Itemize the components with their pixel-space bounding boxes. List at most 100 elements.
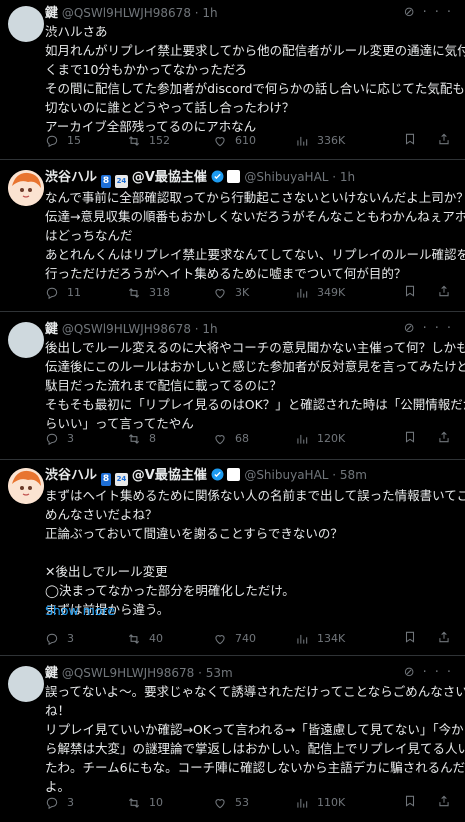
- share-button[interactable]: [437, 630, 451, 644]
- timestamp[interactable]: · 1h: [195, 6, 218, 20]
- user-handle[interactable]: @ShibuyaHAL: [244, 468, 328, 482]
- views-button[interactable]: 120K: [295, 430, 345, 448]
- tweet[interactable]: 鍵 @QSWL9HLWJH98678 · 53m ⊘··· 誤ってないよ～。要求…: [0, 656, 465, 822]
- views-button[interactable]: 336K: [295, 132, 345, 150]
- repost-button[interactable]: 8: [127, 430, 156, 448]
- avatar[interactable]: [8, 6, 44, 42]
- like-count: 740: [235, 632, 256, 645]
- heart-icon: [215, 137, 225, 147]
- avatar[interactable]: [8, 666, 44, 702]
- repost-icon: [128, 634, 140, 644]
- display-name[interactable]: 鍵: [45, 6, 58, 21]
- tweet[interactable]: 渋谷ハル 8 24 @V最協主催 @ShibuyaHAL · 1h なんで事前に…: [0, 160, 465, 312]
- bookmark-icon: [405, 285, 415, 297]
- reply-icon: [46, 633, 58, 646]
- tweet-text: なんで事前に全部確認取ってから行動起こさないといけないんだよ上司か？ 伝達→意見…: [45, 190, 465, 281]
- tweet-text: 後出しでルール変えるのに大将やコーチの意見聞かない主催って何？しかも 伝達後にこ…: [45, 340, 465, 431]
- repost-button[interactable]: 40: [127, 630, 163, 648]
- views-icon: [297, 798, 308, 808]
- views-button[interactable]: 134K: [295, 630, 345, 648]
- reply-button[interactable]: 11: [45, 284, 81, 302]
- org-badge-icon[interactable]: [227, 170, 241, 183]
- view-count: 120K: [317, 432, 346, 445]
- bookmark-icon: [405, 631, 415, 643]
- tweet[interactable]: 鍵 @QSWl9HLWJH98678 · 1h ⊘··· 後出しでルール変えるの…: [0, 312, 465, 460]
- repost-count: 152: [149, 134, 170, 147]
- user-handle[interactable]: @QSWl9HLWJH98678: [62, 6, 191, 20]
- view-count: 349K: [317, 286, 346, 299]
- verified-icon[interactable]: [211, 170, 224, 183]
- repost-icon: [128, 434, 140, 444]
- repost-icon: [128, 136, 140, 146]
- share-button[interactable]: [437, 794, 451, 808]
- reply-button[interactable]: 3: [45, 630, 74, 648]
- bookmark-button[interactable]: [403, 284, 417, 298]
- like-count: 610: [235, 134, 256, 147]
- like-button[interactable]: 68: [213, 430, 249, 448]
- share-icon: [439, 795, 449, 807]
- verified-icon[interactable]: [211, 468, 224, 481]
- like-count: 53: [235, 796, 249, 809]
- views-icon: [297, 288, 308, 298]
- display-name[interactable]: 渋谷ハル: [45, 468, 97, 483]
- reply-count: 15: [67, 134, 81, 147]
- display-name-suffix[interactable]: @V最協主催: [132, 170, 207, 185]
- timeline: 鍵 @QSWl9HLWJH98678 · 1h ⊘··· 渋ハルさあ 如月れんが…: [0, 0, 465, 822]
- reply-button[interactable]: 3: [45, 430, 74, 448]
- bookmark-icon: [405, 431, 415, 443]
- repost-button[interactable]: 318: [127, 284, 170, 302]
- bookmark-button[interactable]: [403, 132, 417, 146]
- user-handle[interactable]: @QSWl9HLWJH98678: [62, 322, 191, 336]
- display-name[interactable]: 鍵: [45, 666, 58, 681]
- timestamp[interactable]: · 1h: [195, 322, 218, 336]
- display-name[interactable]: 渋谷ハル: [45, 170, 97, 185]
- timestamp[interactable]: · 58m: [332, 468, 367, 482]
- share-button[interactable]: [437, 132, 451, 146]
- more-icon[interactable]: ···: [423, 665, 459, 680]
- timestamp[interactable]: · 1h: [332, 170, 355, 184]
- reply-button[interactable]: 3: [45, 794, 74, 812]
- tweet-header: 渋谷ハル 8 24 @V最協主催 @ShibuyaHAL · 58m: [45, 466, 465, 486]
- avatar[interactable]: [8, 468, 44, 504]
- reply-count: 3: [67, 796, 74, 809]
- user-handle[interactable]: @QSWL9HLWJH98678: [62, 666, 194, 680]
- views-button[interactable]: 110K: [295, 794, 345, 812]
- bookmark-button[interactable]: [403, 794, 417, 808]
- like-count: 3K: [235, 286, 250, 299]
- more-icon[interactable]: ···: [423, 5, 459, 20]
- avatar[interactable]: [8, 322, 44, 358]
- tweet-header: 鍵 @QSWl9HLWJH98678 · 1h ⊘···: [45, 320, 465, 338]
- grok-icon[interactable]: ⊘: [404, 665, 423, 680]
- reply-count: 3: [67, 632, 74, 645]
- display-name[interactable]: 鍵: [45, 322, 58, 337]
- show-more-link[interactable]: Show more: [45, 603, 115, 618]
- user-handle[interactable]: @ShibuyaHAL: [244, 170, 328, 184]
- timestamp[interactable]: · 53m: [198, 666, 233, 680]
- tweet-text: 誤ってないよ～。要求じゃなくて誘導されただけってことならごめんなさい ね！ リプ…: [45, 684, 465, 794]
- share-button[interactable]: [437, 430, 451, 444]
- action-bar: 11 318 3K 349K: [45, 284, 465, 302]
- action-bar: 15 152 610 336K: [45, 132, 465, 150]
- repost-button[interactable]: 10: [127, 794, 163, 812]
- display-name-suffix[interactable]: @V最協主催: [132, 468, 207, 483]
- like-button[interactable]: 53: [213, 794, 249, 812]
- avatar[interactable]: [8, 170, 44, 206]
- grok-icon[interactable]: ⊘: [404, 321, 423, 336]
- repost-count: 10: [149, 796, 163, 809]
- calendar-badge: 24: [114, 175, 128, 188]
- more-icon[interactable]: ···: [423, 321, 459, 336]
- org-badge-icon[interactable]: [227, 468, 241, 481]
- repost-button[interactable]: 152: [127, 132, 170, 150]
- like-button[interactable]: 740: [213, 630, 256, 648]
- tweet[interactable]: 鍵 @QSWl9HLWJH98678 · 1h ⊘··· 渋ハルさあ 如月れんが…: [0, 0, 465, 160]
- grok-icon[interactable]: ⊘: [404, 5, 423, 20]
- like-button[interactable]: 3K: [213, 284, 249, 302]
- share-button[interactable]: [437, 284, 451, 298]
- bookmark-button[interactable]: [403, 430, 417, 444]
- bookmark-button[interactable]: [403, 630, 417, 644]
- like-button[interactable]: 610: [213, 132, 256, 150]
- tweet[interactable]: 渋谷ハル 8 24 @V最協主催 @ShibuyaHAL · 58m まずはヘイ…: [0, 460, 465, 656]
- reply-button[interactable]: 15: [45, 132, 81, 150]
- views-button[interactable]: 349K: [295, 284, 345, 302]
- like-count: 68: [235, 432, 249, 445]
